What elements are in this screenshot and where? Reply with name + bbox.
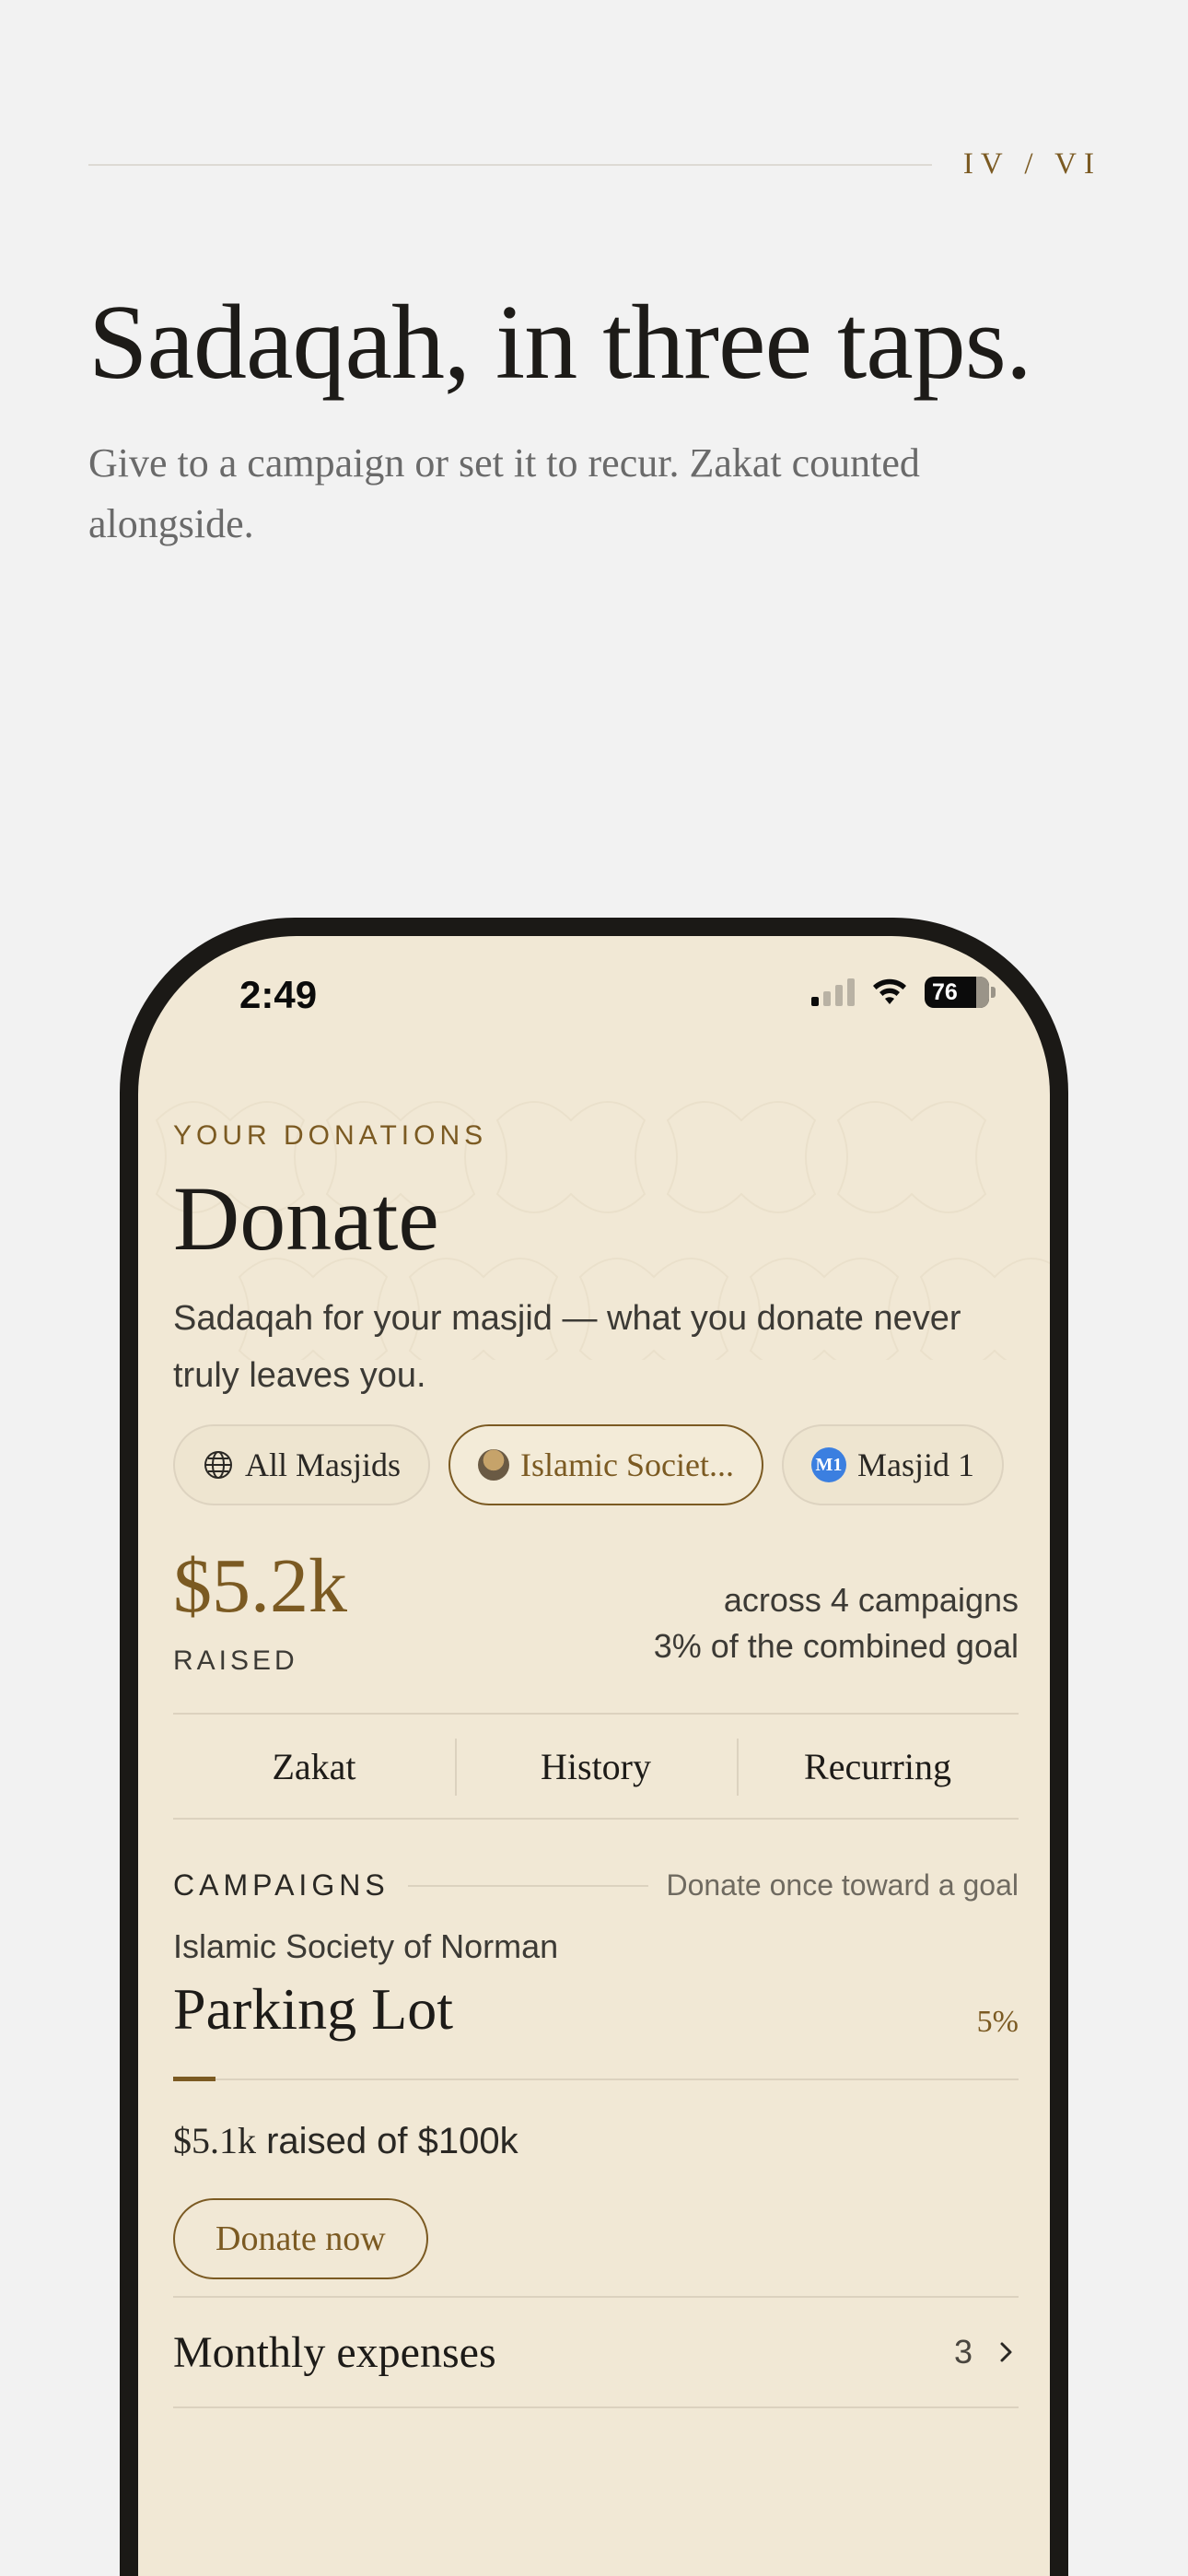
eyebrow-label: YOUR DONATIONS (173, 1120, 488, 1151)
campaign-percent: 5% (976, 2005, 1019, 2039)
chip-all-masjids[interactable]: All Masjids (173, 1424, 431, 1505)
wifi-icon (873, 978, 906, 1004)
section-rule (407, 1884, 648, 1887)
headline: Sadaqah, in three taps. (88, 284, 1032, 402)
status-time: 2:49 (239, 973, 318, 1016)
tab-zakat[interactable]: Zakat (173, 1715, 455, 1818)
battery-icon: 76 (925, 977, 996, 1008)
chip-label: All Masjids (245, 1446, 402, 1483)
list-item-label: Monthly expenses (173, 2327, 496, 2377)
campaigns-header: CAMPAIGNS Donate once toward a goal (173, 1868, 1019, 1903)
chip-masjid-1[interactable]: M1 Masjid 1 (781, 1424, 1004, 1505)
list-item-count: 3 (953, 2333, 973, 2371)
page-title: Donate (173, 1167, 439, 1270)
campaign-raised-goal: raised of $100k (256, 2121, 518, 2161)
list-item-monthly-expenses[interactable]: Monthly expenses 3 (173, 2296, 1019, 2408)
progress-fill (173, 2077, 215, 2081)
masjid-avatar (478, 1449, 510, 1481)
intro-text: Sadaqah for your masjid — what you donat… (173, 1299, 961, 1395)
chevron-right-icon (1000, 2342, 1012, 2362)
subhead: Give to a campaign or set it to recur. Z… (88, 440, 920, 546)
progress-track (173, 2078, 1019, 2080)
globe-icon (204, 1451, 232, 1479)
slide-counter: IV / VI (962, 147, 1101, 181)
status-bar: 2:49 76 (138, 936, 1050, 1028)
section-tabs: Zakat History Recurring (173, 1713, 1019, 1820)
page-header: IV / VI (88, 147, 1101, 181)
campaign-raised-amount: $5.1k (173, 2120, 256, 2161)
campaign-org: Islamic Society of Norman (173, 1927, 559, 1965)
chip-label: Masjid 1 (856, 1446, 974, 1483)
campaigns-hint: Donate once toward a goal (666, 1868, 1019, 1902)
campaign-progress (173, 2077, 1019, 2081)
goal-percent: 3% of the combined goal (653, 1627, 1019, 1665)
header-rule (88, 163, 932, 166)
campaign-title[interactable]: Parking Lot (173, 1976, 453, 2042)
m1-avatar: M1 (810, 1447, 846, 1482)
tab-recurring[interactable]: Recurring (737, 1715, 1019, 1818)
campaign-count: across 4 campaigns (723, 1581, 1019, 1619)
masjid-filter-chips: All Masjids Islamic Societ... M1 Masjid … (173, 1424, 1050, 1505)
phone-screen: 2:49 76 YOUR DONATIONS Donate Sadaqah fo… (138, 936, 1050, 2576)
chip-label: Islamic Societ... (520, 1446, 734, 1483)
tab-history[interactable]: History (455, 1715, 737, 1818)
raised-label: RAISED (173, 1645, 298, 1676)
campaigns-label: CAMPAIGNS (173, 1868, 390, 1902)
raised-amount: $5.2k (173, 1543, 347, 1629)
phone-frame: 2:49 76 YOUR DONATIONS Donate Sadaqah fo… (120, 918, 1068, 2576)
campaign-raised: $5.1k raised of $100k (173, 2119, 518, 2162)
chip-islamic-society[interactable]: Islamic Societ... (448, 1424, 763, 1505)
status-icons: 76 (811, 977, 996, 1008)
raised-summary: across 4 campaigns 3% of the combined go… (654, 1577, 1019, 1669)
battery-level: 76 (932, 978, 958, 1005)
donate-now-button[interactable]: Donate now (173, 2198, 428, 2279)
cellular-signal-icon (811, 978, 855, 1006)
